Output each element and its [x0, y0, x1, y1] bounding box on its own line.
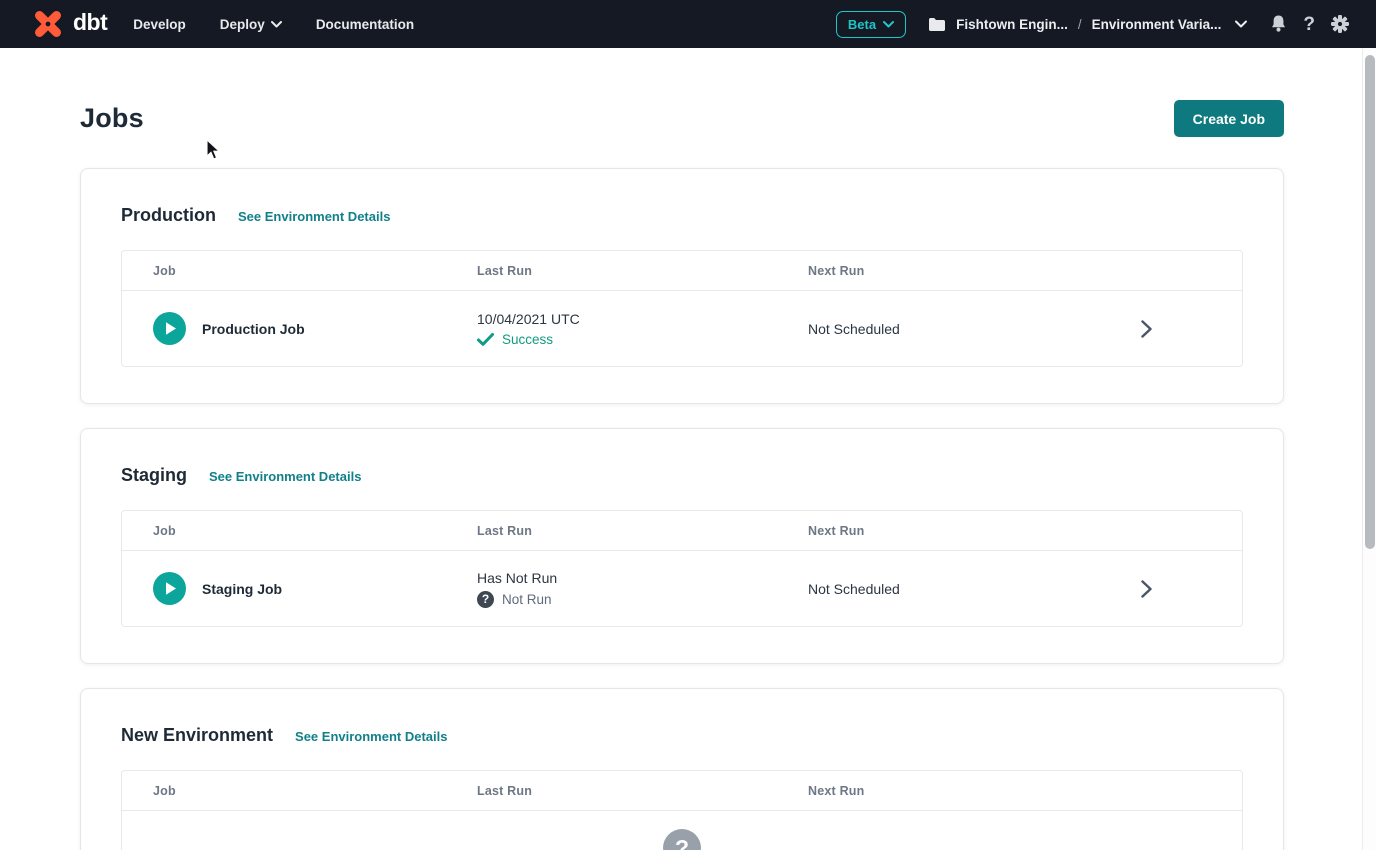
- chevron-right-icon[interactable]: [1141, 580, 1152, 598]
- last-run-date: Has Not Run: [477, 570, 808, 586]
- column-header-next-run: Next Run: [808, 264, 1242, 278]
- column-header-last-run: Last Run: [477, 784, 808, 798]
- chevron-down-icon: [271, 21, 282, 28]
- empty-state-question-icon: ?: [663, 829, 701, 850]
- dbt-logo[interactable]: dbt: [30, 6, 107, 42]
- project-breadcrumb[interactable]: Fishtown Engin... / Environment Varia...: [928, 17, 1247, 32]
- success-check-icon: [477, 333, 494, 346]
- environment-name: New Environment: [121, 725, 273, 746]
- jobs-table: Job Last Run Next Run Staging Job Has No…: [121, 510, 1243, 627]
- see-environment-details-link[interactable]: See Environment Details: [238, 209, 390, 224]
- last-run-date: 10/04/2021 UTC: [477, 311, 808, 327]
- scrollbar-thumb[interactable]: [1365, 55, 1375, 549]
- chevron-down-icon: [883, 21, 894, 28]
- column-header-next-run: Next Run: [808, 784, 1242, 798]
- environment-name: Staging: [121, 465, 187, 486]
- page-scrollbar[interactable]: [1362, 48, 1376, 850]
- run-status: Not Run: [502, 592, 552, 607]
- nav-documentation[interactable]: Documentation: [316, 17, 414, 32]
- settings-gear-icon[interactable]: [1330, 14, 1350, 34]
- navbar-icon-group: ?: [1269, 14, 1350, 34]
- page-title: Jobs: [80, 103, 144, 134]
- see-environment-details-link[interactable]: See Environment Details: [295, 729, 447, 744]
- column-header-last-run: Last Run: [477, 524, 808, 538]
- environment-name: Production: [121, 205, 216, 226]
- breadcrumb-separator: /: [1078, 17, 1082, 32]
- environment-card-production: Production See Environment Details Job L…: [80, 168, 1284, 404]
- run-status: Success: [502, 332, 553, 347]
- nav-develop[interactable]: Develop: [133, 17, 186, 32]
- environment-card-staging: Staging See Environment Details Job Last…: [80, 428, 1284, 664]
- empty-jobs-state: ?: [122, 810, 1242, 850]
- run-job-play-button[interactable]: [153, 572, 186, 605]
- job-name: Staging Job: [202, 581, 282, 597]
- column-header-next-run: Next Run: [808, 524, 1242, 538]
- create-job-button[interactable]: Create Job: [1174, 100, 1284, 137]
- navbar-right: Beta Fishtown Engin... / Environment Var…: [836, 11, 1350, 38]
- column-header-job: Job: [122, 264, 477, 278]
- column-header-job: Job: [122, 524, 477, 538]
- run-job-play-button[interactable]: [153, 312, 186, 345]
- top-navbar: dbt Develop Deploy Documentation Beta Fi…: [0, 0, 1376, 48]
- chevron-right-icon[interactable]: [1141, 320, 1152, 338]
- next-run-value: Not Scheduled: [808, 581, 900, 597]
- breadcrumb-account[interactable]: Fishtown Engin...: [956, 17, 1068, 32]
- job-row-production[interactable]: Production Job 10/04/2021 UTC Success No…: [122, 290, 1242, 366]
- job-name: Production Job: [202, 321, 305, 337]
- folder-icon: [928, 17, 946, 32]
- see-environment-details-link[interactable]: See Environment Details: [209, 469, 361, 484]
- nav-deploy[interactable]: Deploy: [220, 17, 282, 32]
- chevron-down-icon: [1235, 20, 1247, 28]
- jobs-table: Job Last Run Next Run Production Job 10/…: [121, 250, 1243, 367]
- not-run-question-icon: ?: [477, 591, 494, 608]
- next-run-value: Not Scheduled: [808, 321, 900, 337]
- breadcrumb-page[interactable]: Environment Varia...: [1092, 17, 1222, 32]
- jobs-table: Job Last Run Next Run ?: [121, 770, 1243, 850]
- jobs-page: Jobs Create Job Production See Environme…: [80, 48, 1284, 850]
- play-icon: [163, 581, 177, 596]
- environment-card-new-environment: New Environment See Environment Details …: [80, 688, 1284, 850]
- play-icon: [163, 321, 177, 336]
- dbt-logo-text: dbt: [73, 11, 107, 37]
- help-icon[interactable]: ?: [1303, 15, 1315, 34]
- column-header-job: Job: [122, 784, 477, 798]
- beta-dropdown[interactable]: Beta: [836, 11, 906, 38]
- column-header-last-run: Last Run: [477, 264, 808, 278]
- dbt-logo-icon: [30, 6, 66, 42]
- main-nav: Develop Deploy Documentation: [133, 17, 414, 32]
- notifications-bell-icon[interactable]: [1269, 14, 1288, 34]
- job-row-staging[interactable]: Staging Job Has Not Run ? Not Run Not Sc…: [122, 550, 1242, 626]
